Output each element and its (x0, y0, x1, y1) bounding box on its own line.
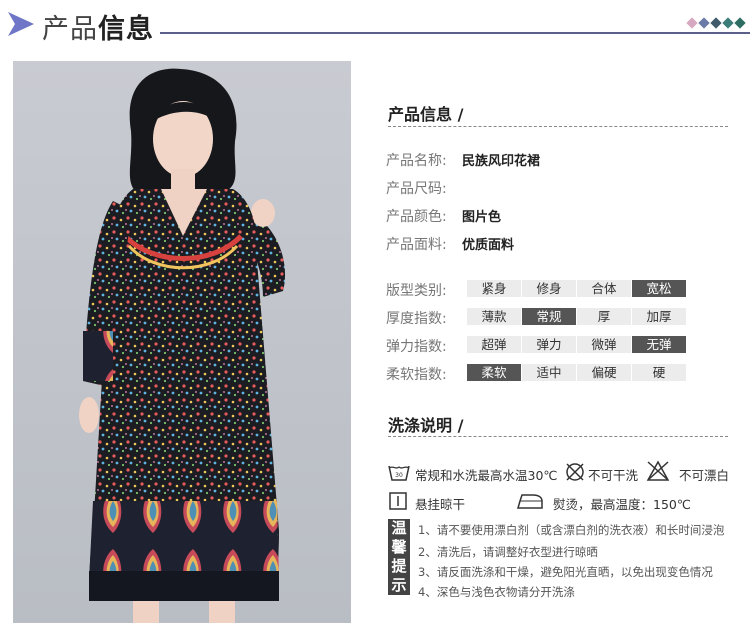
header-rule (160, 32, 750, 34)
attribute-option: 微弹 (577, 336, 631, 353)
header-title: 产品信息 (42, 7, 154, 46)
divider (388, 436, 728, 437)
tip-item: 3、请反面洗涤和干燥，避免阳光直晒，以免出现变色情况 (418, 565, 713, 579)
product-photo (13, 61, 351, 623)
care-iron-text: 熨烫，最高温度：150℃ (553, 497, 691, 512)
section-header: 产品信息 (0, 0, 750, 50)
attribute-option-selected: 宽松 (632, 280, 686, 297)
care-bleach-text: 不可漂白 (679, 468, 730, 483)
info-row-name: 产品名称: 民族风印花裙 (386, 150, 540, 170)
attribute-option: 超弹 (467, 336, 521, 353)
attribute-option: 适中 (522, 364, 576, 381)
tips-badge-char: 示 (391, 576, 407, 594)
info-label: 产品颜色: (386, 209, 447, 225)
care-wash-text: 常规和水洗最高水温30℃ (415, 468, 558, 483)
divider (388, 126, 728, 127)
no-dry-clean-icon (566, 463, 584, 481)
tips-badge-char: 馨 (391, 538, 407, 556)
attribute-label: 柔软指数: (386, 367, 447, 383)
tips-badge: 温馨提示 (388, 519, 410, 595)
svg-text:30: 30 (395, 472, 403, 479)
attribute-option: 加厚 (632, 308, 686, 325)
tips-badge-char: 温 (391, 519, 407, 537)
tip-item: 1、请不要使用漂白剂（或含漂白剂的洗衣液）和长时间浸泡 (418, 523, 725, 537)
header-title-bold: 信息 (98, 14, 154, 45)
attribute-option-selected: 无弹 (632, 336, 686, 353)
washing-title: 洗涤说明 / (388, 416, 464, 435)
info-label: 产品尺码: (386, 181, 447, 197)
attribute-option: 厚 (577, 308, 631, 325)
attribute-option: 紧身 (467, 280, 521, 297)
tip-item: 4、深色与浅色衣物请分开洗涤 (418, 585, 575, 599)
diamond-icon (686, 17, 698, 29)
diamond-icon (710, 17, 722, 29)
info-value: 民族风印花裙 (462, 154, 541, 169)
iron-icon (517, 494, 543, 509)
attribute-label: 厚度指数: (386, 311, 447, 327)
info-value: 图片色 (462, 210, 502, 225)
attribute-label: 版型类别: (386, 283, 447, 299)
wash-30-icon: 30 (388, 465, 410, 481)
attribute-option: 薄款 (467, 308, 521, 325)
attribute-option-selected: 常规 (522, 308, 576, 325)
header-title-light: 产品 (42, 14, 98, 45)
info-label: 产品名称: (386, 153, 447, 169)
diamond-icon (734, 17, 746, 29)
product-info-title: 产品信息 / (388, 105, 464, 124)
tips-badge-char: 提 (391, 557, 407, 575)
attribute-option: 修身 (522, 280, 576, 297)
info-value: 优质面料 (462, 238, 515, 253)
tip-item: 2、清洗后，请调整好衣型进行晾晒 (418, 545, 598, 559)
diamond-icon (722, 17, 734, 29)
diamond-icon (698, 17, 710, 29)
care-dryclean-text: 不可干洗 (588, 468, 639, 483)
info-row-size: 产品尺码: (386, 178, 462, 198)
attribute-option: 偏硬 (577, 364, 631, 381)
attribute-option: 弹力 (522, 336, 576, 353)
arrow-icon (8, 12, 34, 36)
info-row-color: 产品颜色: 图片色 (386, 206, 501, 226)
attribute-label: 弹力指数: (386, 339, 447, 355)
care-hang-text: 悬挂晾干 (415, 497, 466, 512)
hang-dry-icon (389, 492, 407, 510)
info-label: 产品面料: (386, 237, 447, 253)
info-row-fabric: 产品面料: 优质面料 (386, 234, 514, 254)
attribute-option-selected: 柔软 (467, 364, 521, 381)
attribute-option: 硬 (632, 364, 686, 381)
no-bleach-icon (646, 460, 670, 481)
attribute-option: 合体 (577, 280, 631, 297)
